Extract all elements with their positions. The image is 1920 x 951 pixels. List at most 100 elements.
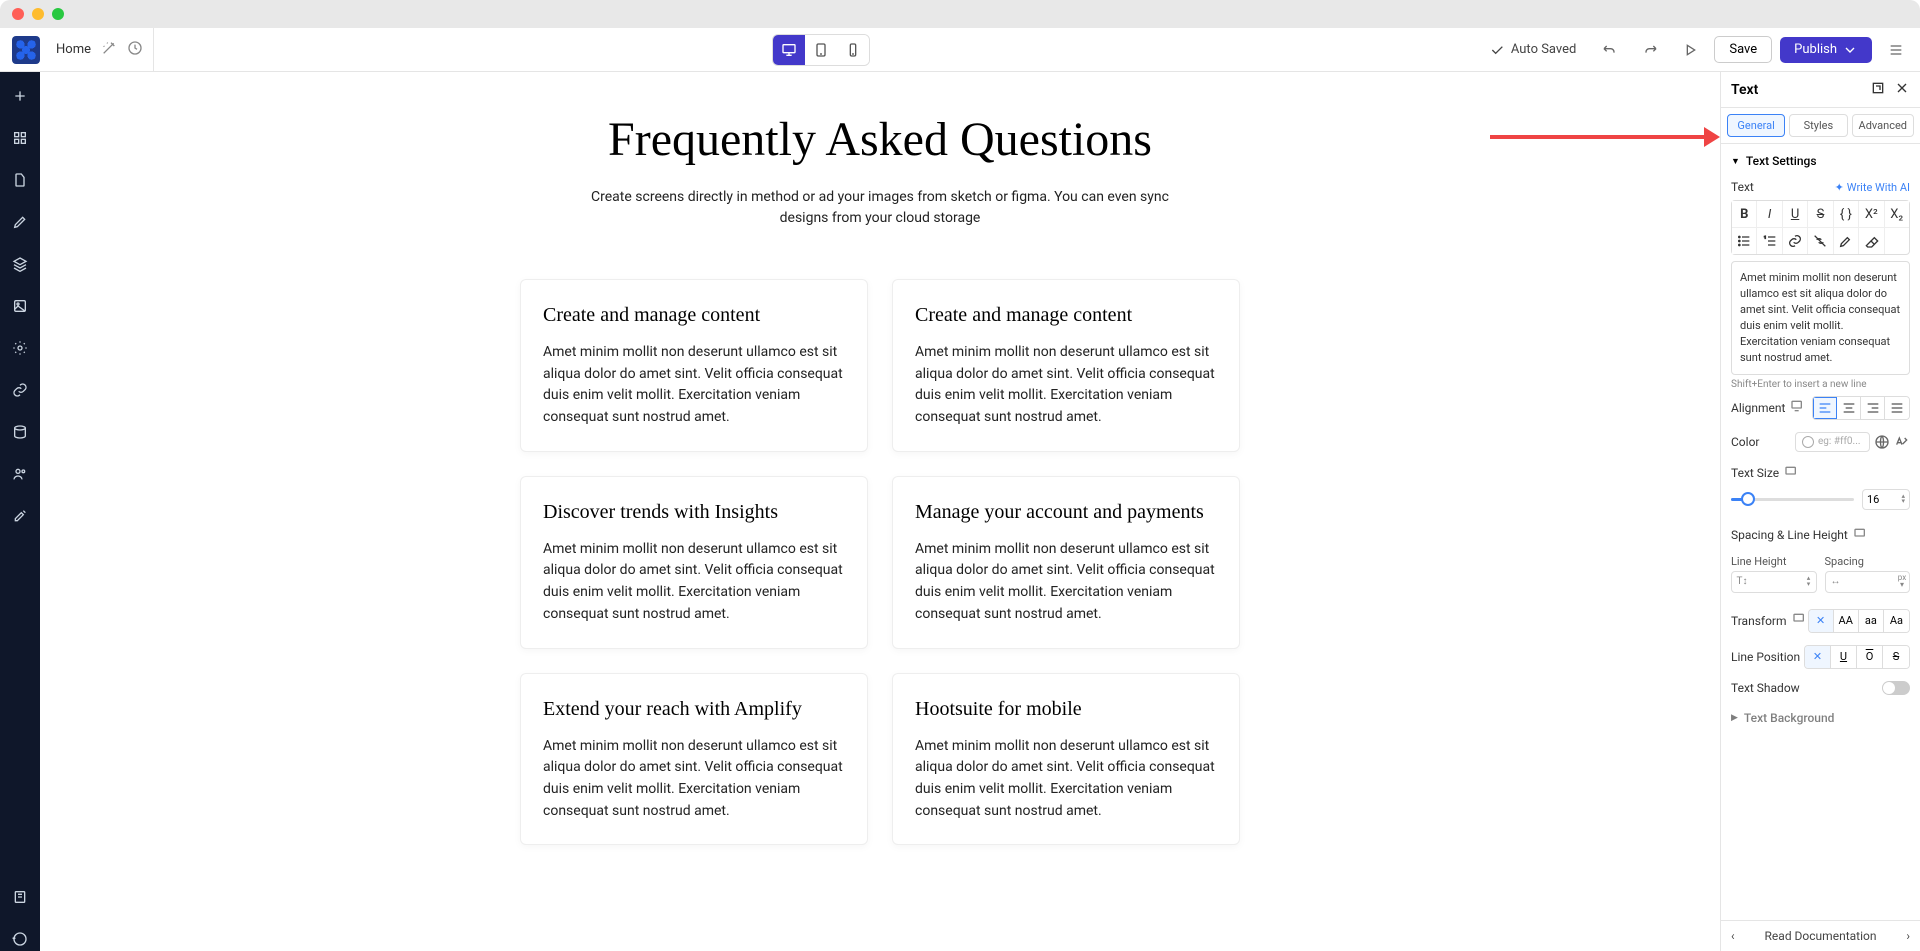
transform-group: ✕ AA aa Aa bbox=[1808, 609, 1910, 633]
preview-button[interactable] bbox=[1674, 35, 1706, 65]
underline-button[interactable]: U bbox=[1783, 201, 1808, 227]
add-icon[interactable] bbox=[8, 84, 32, 108]
write-with-ai-button[interactable]: ✦ Write With AI bbox=[1835, 181, 1910, 194]
faq-card-title: Extend your reach with Amplify bbox=[543, 696, 845, 722]
viewport-desktop-button[interactable] bbox=[773, 35, 805, 65]
eraser-button[interactable] bbox=[1859, 228, 1884, 254]
undo-button[interactable] bbox=[1594, 35, 1626, 65]
viewport-switcher bbox=[772, 34, 870, 66]
image-icon[interactable] bbox=[8, 294, 32, 318]
faq-card[interactable]: Create and manage contentAmet minim moll… bbox=[892, 279, 1240, 452]
save-button[interactable]: Save bbox=[1714, 36, 1772, 63]
transform-none-button[interactable]: ✕ bbox=[1809, 610, 1834, 632]
database-icon[interactable] bbox=[8, 420, 32, 444]
redo-button[interactable] bbox=[1634, 35, 1666, 65]
superscript-button[interactable]: X² bbox=[1859, 201, 1884, 227]
close-window-dot[interactable] bbox=[12, 8, 24, 20]
settings-icon[interactable] bbox=[8, 336, 32, 360]
responsive-icon[interactable] bbox=[1792, 611, 1808, 630]
faq-card-body: Amet minim mollit non deserunt ullamco e… bbox=[915, 736, 1217, 823]
publish-button[interactable]: Publish bbox=[1780, 37, 1872, 63]
tab-styles[interactable]: Styles bbox=[1789, 114, 1847, 137]
magic-wand-icon[interactable] bbox=[101, 40, 117, 60]
line-pos-overline-button[interactable]: O bbox=[1857, 646, 1883, 668]
close-panel-icon[interactable] bbox=[1894, 80, 1910, 99]
app-logo[interactable] bbox=[12, 36, 40, 64]
editor-hint: Shift+Enter to insert a new line bbox=[1731, 379, 1910, 390]
responsive-icon[interactable] bbox=[1784, 464, 1800, 483]
transform-label: Transform bbox=[1731, 614, 1787, 628]
link-icon[interactable] bbox=[8, 378, 32, 402]
responsive-icon[interactable] bbox=[1790, 398, 1806, 417]
line-height-input[interactable]: T↕▴▾ bbox=[1731, 571, 1817, 593]
faq-card[interactable]: Manage your account and paymentsAmet min… bbox=[892, 476, 1240, 649]
link-button[interactable] bbox=[1783, 228, 1808, 254]
responsive-icon[interactable] bbox=[1853, 526, 1869, 545]
faq-card[interactable]: Hootsuite for mobileAmet minim mollit no… bbox=[892, 673, 1240, 846]
line-position-label: Line Position bbox=[1731, 650, 1800, 664]
tab-advanced[interactable]: Advanced bbox=[1852, 114, 1914, 137]
expand-icon[interactable] bbox=[1870, 80, 1886, 99]
code-button[interactable]: { } bbox=[1834, 201, 1859, 227]
strikethrough-button[interactable]: S bbox=[1808, 201, 1833, 227]
spacing-input[interactable]: ↔px▾ bbox=[1825, 571, 1911, 593]
ordered-list-button[interactable]: 1 bbox=[1757, 228, 1782, 254]
pen-icon[interactable] bbox=[8, 210, 32, 234]
users-icon[interactable] bbox=[8, 462, 32, 486]
text-size-input[interactable]: 16▴▾ bbox=[1862, 489, 1910, 510]
svg-text:1: 1 bbox=[1764, 234, 1766, 239]
section-text-settings[interactable]: ▼ Text Settings bbox=[1731, 144, 1910, 174]
minimize-window-dot[interactable] bbox=[32, 8, 44, 20]
transform-capitalize-button[interactable]: Aa bbox=[1884, 610, 1909, 632]
page-icon[interactable] bbox=[8, 168, 32, 192]
global-color-icon[interactable] bbox=[1874, 434, 1890, 450]
footer-forward-icon[interactable]: › bbox=[1906, 929, 1910, 943]
unlink-button[interactable] bbox=[1808, 228, 1833, 254]
docs-icon[interactable] bbox=[8, 885, 32, 909]
color-input[interactable]: eg: #ff0... bbox=[1795, 432, 1870, 452]
menu-button[interactable] bbox=[1880, 35, 1912, 65]
transform-uppercase-button[interactable]: AA bbox=[1834, 610, 1859, 632]
breadcrumb-home[interactable]: Home bbox=[56, 42, 91, 57]
faq-card[interactable]: Discover trends with InsightsAmet minim … bbox=[520, 476, 868, 649]
grid-icon[interactable] bbox=[8, 126, 32, 150]
maximize-window-dot[interactable] bbox=[52, 8, 64, 20]
text-editor[interactable]: Amet minim mollit non deserunt ullamco e… bbox=[1731, 261, 1910, 375]
panel-title: Text bbox=[1731, 82, 1758, 98]
tools-icon[interactable] bbox=[8, 504, 32, 528]
history-icon[interactable] bbox=[8, 927, 32, 951]
text-size-slider[interactable]: 16▴▾ bbox=[1731, 489, 1910, 510]
canvas[interactable]: Frequently Asked Questions Create screen… bbox=[40, 72, 1720, 951]
breadcrumb: Home bbox=[48, 28, 154, 71]
line-height-label: Line Height bbox=[1731, 555, 1817, 568]
line-pos-none-button[interactable]: ✕ bbox=[1805, 646, 1831, 668]
align-right-button[interactable] bbox=[1861, 397, 1885, 419]
tab-general[interactable]: General bbox=[1727, 114, 1785, 137]
italic-button[interactable]: I bbox=[1757, 201, 1782, 227]
reset-color-icon[interactable] bbox=[1894, 434, 1910, 450]
footer-back-icon[interactable]: ‹ bbox=[1731, 929, 1735, 943]
align-justify-button[interactable] bbox=[1885, 397, 1909, 419]
transform-lowercase-button[interactable]: aa bbox=[1859, 610, 1884, 632]
highlight-button[interactable] bbox=[1834, 228, 1859, 254]
align-left-button[interactable] bbox=[1813, 397, 1837, 419]
read-docs-link[interactable]: Read Documentation bbox=[1765, 929, 1877, 943]
page-title[interactable]: Frequently Asked Questions bbox=[430, 112, 1330, 167]
bold-button[interactable]: B bbox=[1732, 201, 1757, 227]
text-shadow-toggle[interactable] bbox=[1882, 681, 1910, 695]
faq-card[interactable]: Extend your reach with AmplifyAmet minim… bbox=[520, 673, 868, 846]
clock-icon[interactable] bbox=[127, 40, 143, 60]
align-center-button[interactable] bbox=[1837, 397, 1861, 419]
layers-icon[interactable] bbox=[8, 252, 32, 276]
unordered-list-button[interactable] bbox=[1732, 228, 1757, 254]
line-pos-strike-button[interactable]: S bbox=[1883, 646, 1909, 668]
viewport-tablet-button[interactable] bbox=[805, 35, 837, 65]
faq-card-body: Amet minim mollit non deserunt ullamco e… bbox=[915, 539, 1217, 626]
viewport-mobile-button[interactable] bbox=[837, 35, 869, 65]
left-rail bbox=[0, 72, 40, 951]
subscript-button[interactable]: X₂ bbox=[1885, 201, 1909, 227]
line-pos-underline-button[interactable]: U bbox=[1831, 646, 1857, 668]
section-text-background[interactable]: ▶ Text Background bbox=[1731, 701, 1910, 731]
page-subtitle[interactable]: Create screens directly in method or ad … bbox=[570, 187, 1190, 229]
faq-card[interactable]: Create and manage contentAmet minim moll… bbox=[520, 279, 868, 452]
